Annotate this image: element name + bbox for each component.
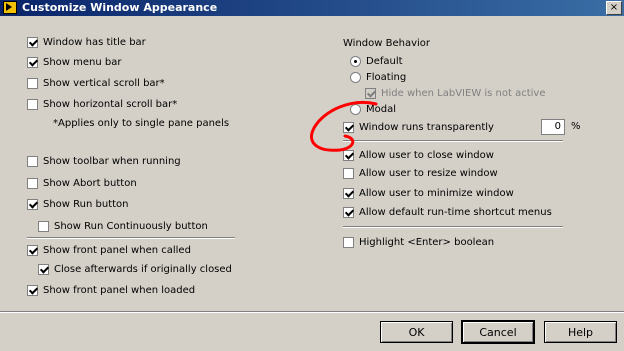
red-annotation-circle bbox=[310, 101, 378, 152]
help-button[interactable]: Help bbox=[544, 321, 617, 343]
ok-button[interactable]: OK bbox=[380, 321, 453, 343]
cancel-button[interactable]: Cancel bbox=[462, 321, 534, 343]
bottom-separator bbox=[0, 311, 624, 313]
